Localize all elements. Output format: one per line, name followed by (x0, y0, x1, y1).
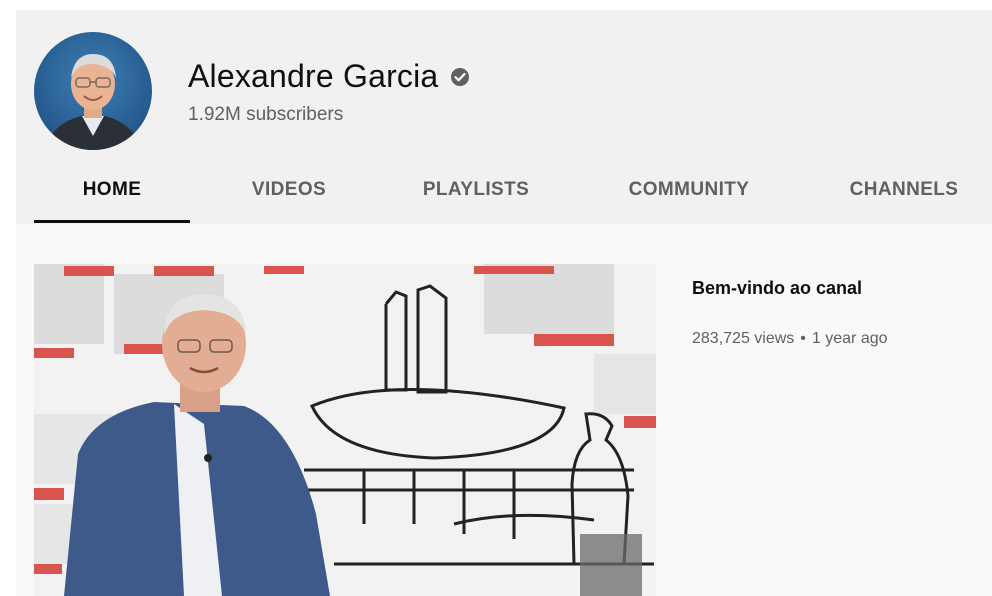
featured-video-player[interactable] (34, 264, 656, 596)
active-tab-indicator (34, 220, 190, 223)
tab-community[interactable]: COMMUNITY (596, 170, 782, 224)
channel-avatar[interactable] (34, 32, 152, 150)
avatar-photo-icon (34, 32, 152, 150)
tab-home[interactable]: HOME (34, 170, 190, 224)
channel-name: Alexandre Garcia (188, 58, 439, 94)
view-count: 283,725 views (692, 330, 795, 347)
meta-separator: • (800, 330, 806, 347)
video-thumbnail (34, 264, 656, 596)
upload-age: 1 year ago (811, 330, 888, 347)
channel-header: Alexandre Garcia 1.92M subscribers HOME … (16, 10, 992, 224)
subscriber-count: 1.92M subscribers (188, 104, 344, 125)
tab-channels[interactable]: CHANNELS (824, 170, 984, 224)
featured-video-meta: 283,725 views • 1 year ago (692, 330, 888, 348)
tab-playlists[interactable]: PLAYLISTS (396, 170, 556, 224)
channel-page: Alexandre Garcia 1.92M subscribers HOME … (16, 10, 992, 596)
channel-title: Alexandre Garcia (188, 58, 470, 95)
featured-video-title[interactable]: Bem-vindo ao canal (692, 278, 862, 299)
home-content: Bem-vindo ao canal 283,725 views • 1 year … (16, 224, 992, 596)
verified-checkmark-icon (450, 67, 470, 87)
tab-videos[interactable]: VIDEOS (214, 170, 364, 224)
channel-tabs: HOME VIDEOS PLAYLISTS COMMUNITY CHANNELS (34, 170, 992, 224)
